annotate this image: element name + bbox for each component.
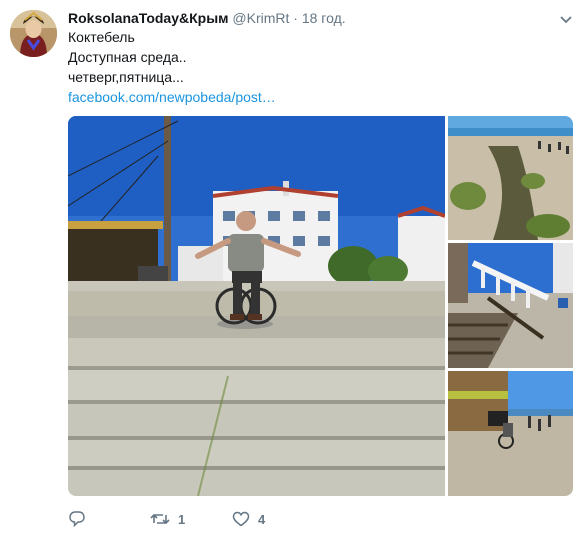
photo-stairs-railing[interactable] — [448, 243, 573, 368]
heart-icon — [232, 510, 250, 528]
tweet-line: Коктебель — [68, 29, 135, 45]
timestamp[interactable]: 18 год. — [302, 10, 346, 26]
retweet-button[interactable]: 1 — [150, 510, 232, 528]
tweet-line: Доступная среда.. — [68, 49, 187, 65]
photo-wheelchair-beach[interactable] — [448, 371, 573, 496]
avatar[interactable] — [10, 10, 57, 57]
tweet-header: RoksolanaToday&Крым @KrimRt · 18 год. — [68, 9, 346, 27]
media-grid — [68, 116, 573, 496]
photo-main[interactable] — [68, 116, 446, 496]
retweet-icon — [150, 510, 170, 528]
photo-beach-stream[interactable] — [448, 116, 573, 240]
tweet-link[interactable]: facebook.com/newpobeda/post… — [68, 87, 276, 107]
reply-icon — [68, 510, 86, 528]
tweet-actions: 1 4 — [68, 507, 265, 531]
author-handle[interactable]: @KrimRt — [232, 10, 289, 26]
separator-dot: · — [293, 10, 298, 26]
chevron-down-icon[interactable] — [559, 12, 573, 24]
like-button[interactable]: 4 — [232, 510, 265, 528]
reply-button[interactable] — [68, 510, 150, 528]
author-name[interactable]: RoksolanaToday&Крым — [68, 10, 229, 26]
like-count: 4 — [258, 511, 266, 527]
retweet-count: 1 — [178, 511, 186, 527]
tweet-line: четверг,пятница... — [68, 69, 184, 85]
